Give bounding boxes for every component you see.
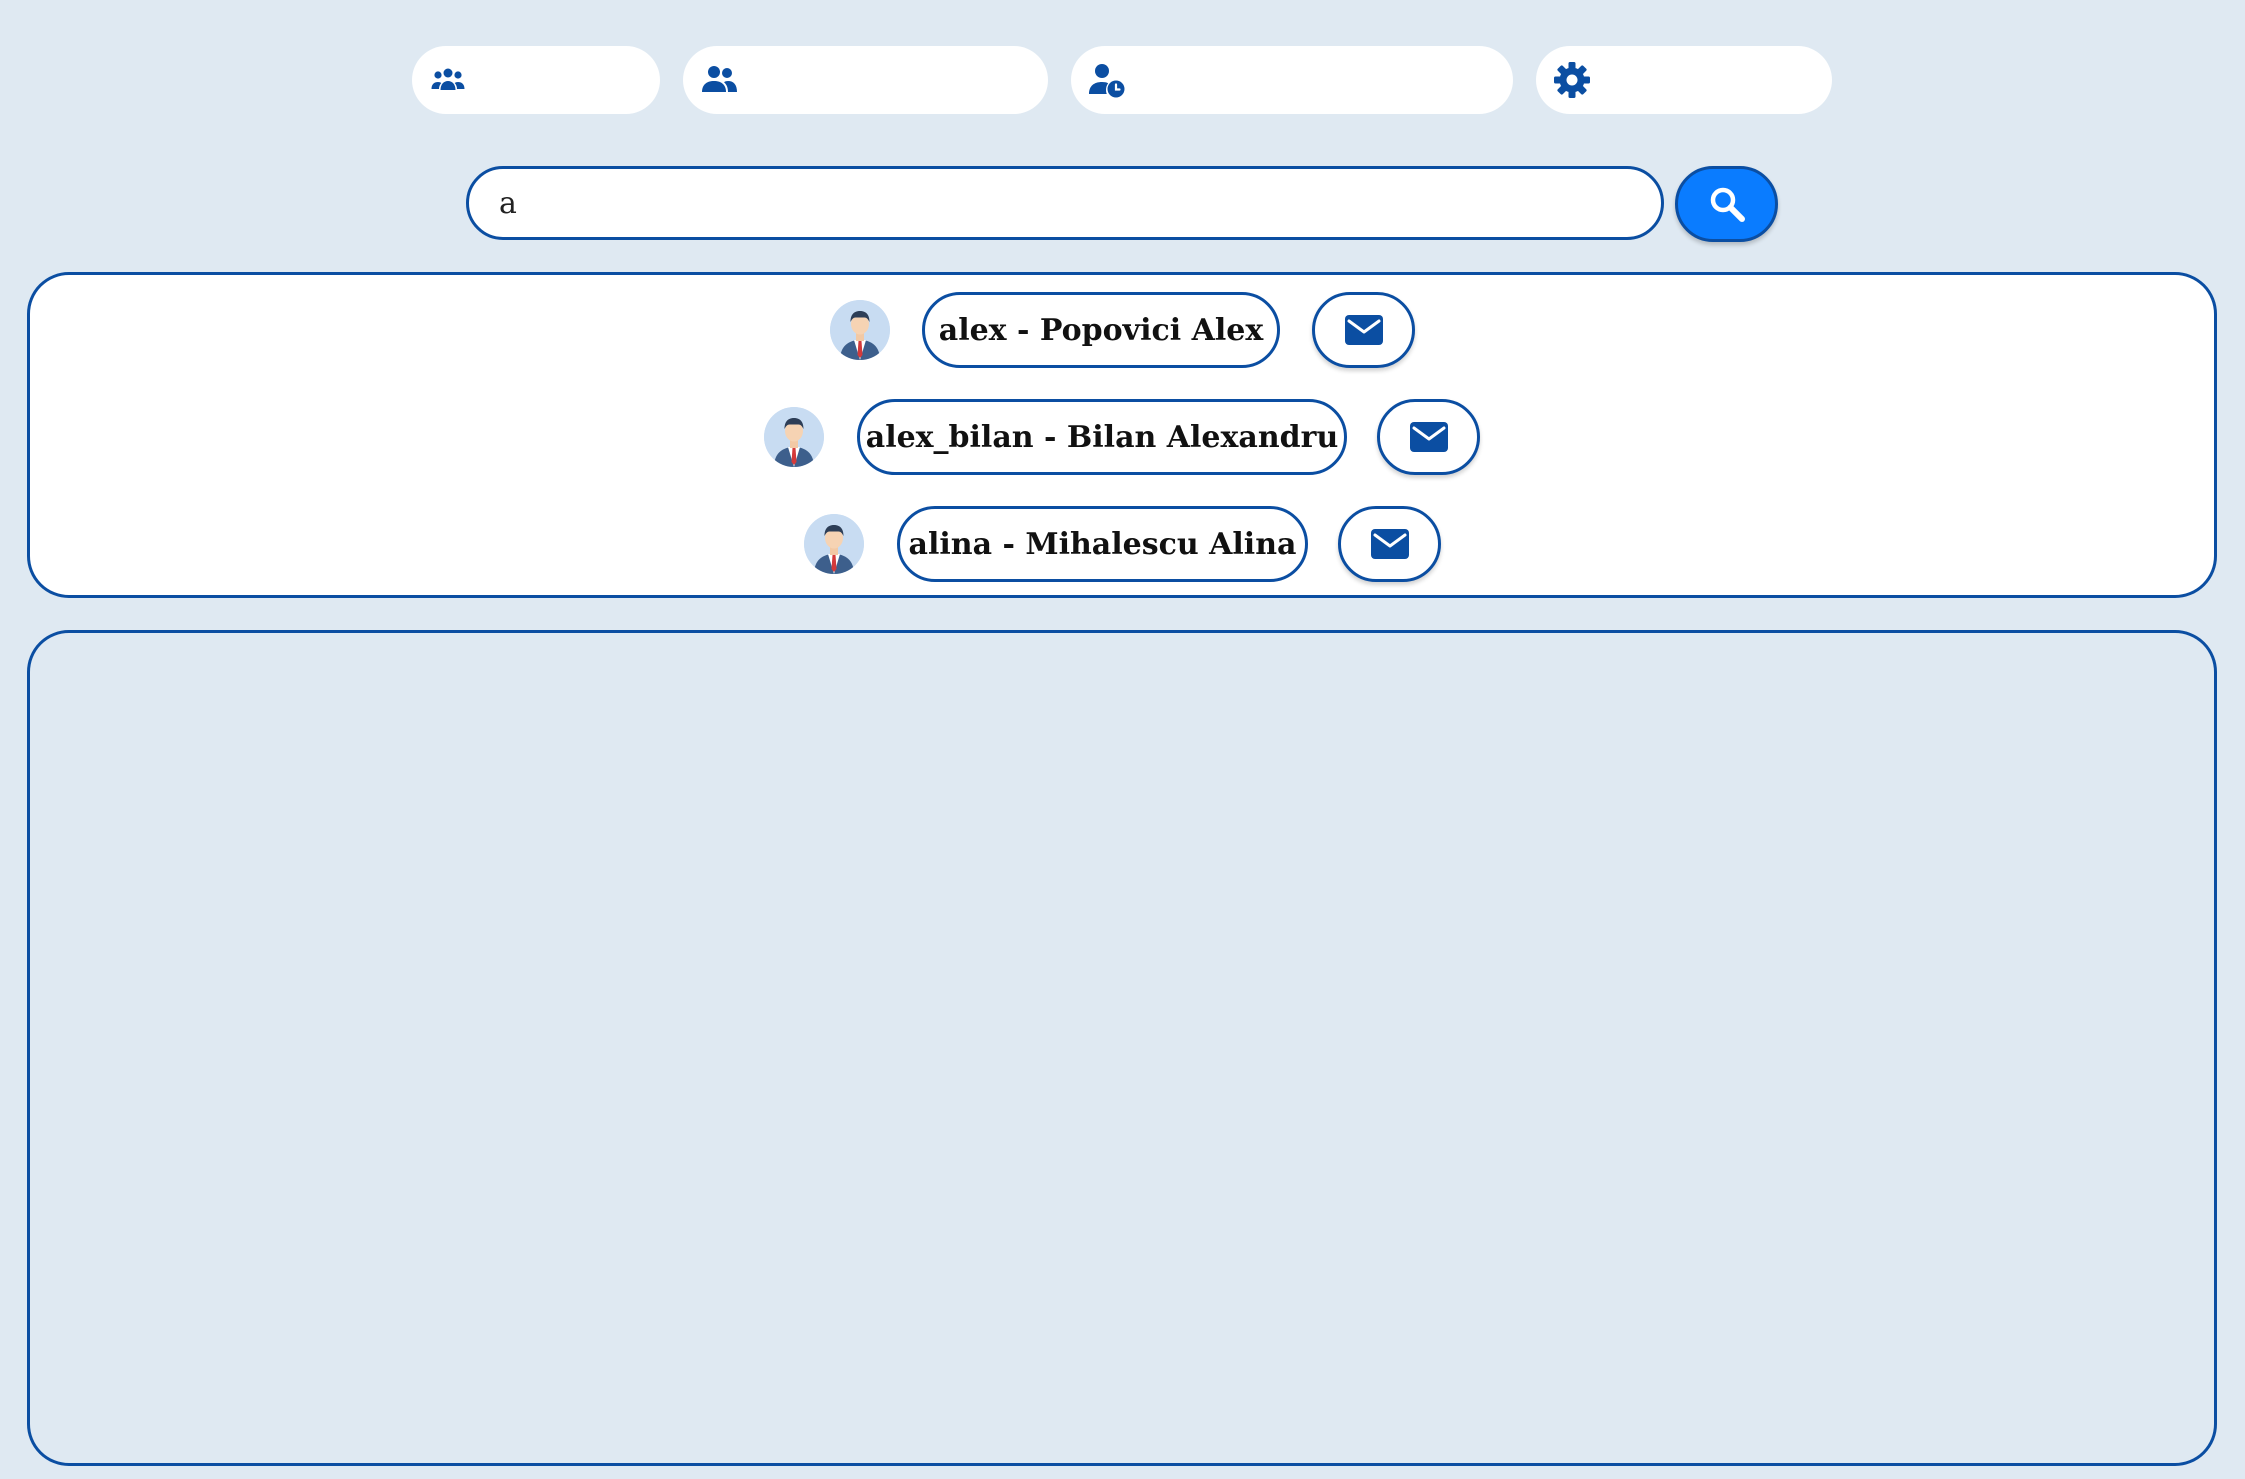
envelope-icon <box>1370 529 1409 559</box>
result-row: alex - Popovici Alex <box>30 290 2214 370</box>
user-avatar-icon <box>764 407 824 467</box>
send-message-button[interactable] <box>1338 506 1441 582</box>
result-row: alex_bilan - Bilan Alexandru <box>30 397 2214 477</box>
search-input[interactable] <box>466 166 1664 240</box>
envelope-icon <box>1409 422 1448 452</box>
user-avatar-icon <box>804 514 864 574</box>
user-avatar-icon <box>830 300 890 360</box>
conversation-panel <box>27 630 2217 1466</box>
result-user-name[interactable]: alex - Popovici Alex <box>922 292 1280 368</box>
user-friends-icon <box>702 66 737 92</box>
search-icon <box>1710 187 1745 222</box>
nav-button-groups[interactable] <box>412 46 660 114</box>
result-user-name[interactable]: alex_bilan - Bilan Alexandru <box>857 399 1347 475</box>
result-user-name[interactable]: alina - Mihalescu Alina <box>897 506 1308 582</box>
users-group-icon <box>431 68 465 90</box>
nav-button-friends[interactable] <box>683 46 1048 114</box>
nav-button-pending[interactable] <box>1071 46 1513 114</box>
result-row: alina - Mihalescu Alina <box>30 504 2214 584</box>
user-clock-icon <box>1089 64 1125 98</box>
send-message-button[interactable] <box>1377 399 1480 475</box>
nav-button-settings[interactable] <box>1536 46 1832 114</box>
gear-icon <box>1554 62 1590 98</box>
send-message-button[interactable] <box>1312 292 1415 368</box>
envelope-icon <box>1344 315 1383 345</box>
search-results-panel: alex - Popovici Alex alex_bilan - Bilan … <box>27 272 2217 598</box>
search-button[interactable] <box>1675 166 1778 242</box>
